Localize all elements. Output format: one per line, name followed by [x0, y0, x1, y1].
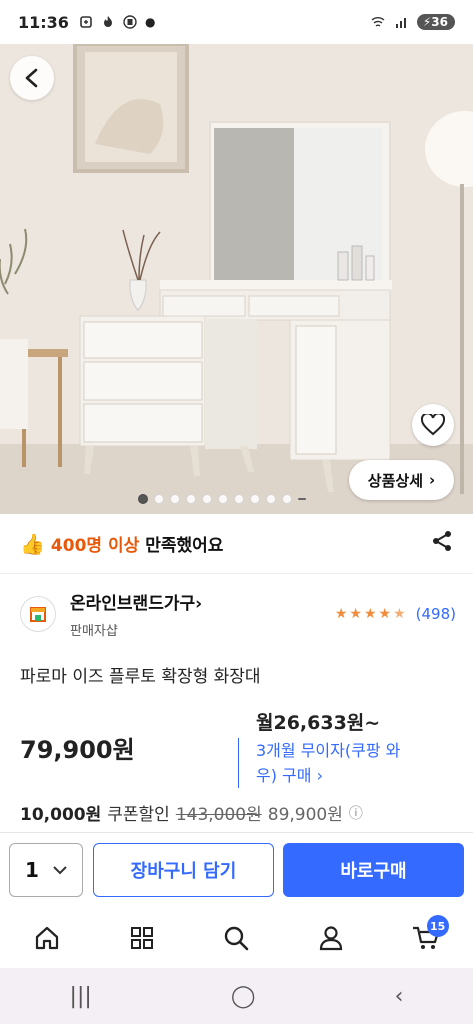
carousel-more-indicator [298, 498, 306, 500]
coupon-amount: 10,000원 [20, 805, 102, 825]
home-circle-icon[interactable]: ◯ [231, 984, 256, 1009]
carousel-dot[interactable] [218, 494, 228, 504]
add-to-cart-button[interactable]: 장바구니 담기 [93, 843, 274, 897]
battery-level: 36 [431, 15, 448, 29]
chevron-right-icon: › [429, 471, 436, 489]
buy-now-button[interactable]: 바로구매 [283, 843, 464, 897]
carousel-dot[interactable] [266, 494, 276, 504]
heart-icon [421, 414, 445, 436]
nav-my-account[interactable] [306, 913, 356, 963]
product-title: 파로마 이즈 플루토 확장형 화장대 [20, 667, 261, 687]
info-icon[interactable]: ⓘ [349, 803, 363, 823]
carousel-dot[interactable] [186, 494, 196, 504]
share-button[interactable] [431, 530, 453, 557]
star-icon: ★ [334, 606, 348, 622]
seller-name-text: 온라인브랜드가구 [70, 594, 196, 614]
installment-link[interactable]: 3개월 무이자(쿠팡 와 우) 구매 › [238, 738, 454, 788]
satisfaction-count: 400명 이상 [50, 536, 140, 556]
rating[interactable]: ★ ★ ★ ★ ★ (498) [335, 605, 456, 623]
fire-icon [103, 16, 112, 27]
app-notification-icon [123, 15, 137, 29]
coupon-label: 쿠폰할인 [107, 805, 170, 825]
half-star-icon: ★ [393, 606, 406, 622]
home-icon [36, 926, 59, 950]
sale-price: 79,900원 [20, 736, 135, 764]
price-before-coupon: 89,900원 [267, 805, 343, 825]
signal-icon [395, 18, 406, 28]
carousel-indicator [138, 494, 306, 504]
carousel-dot[interactable] [170, 494, 180, 504]
nav-cart[interactable]: 15 [401, 913, 451, 963]
quantity-select[interactable]: 1 [9, 843, 83, 897]
wifi-icon [371, 17, 385, 27]
seller-row[interactable]: 온라인브랜드가구› 판매자샵 ★ ★ ★ ★ ★ (498) [20, 586, 456, 642]
system-nav-bar: ||| ◯ ‹ [0, 968, 473, 1024]
coupon-row: 10,000원 쿠폰할인 143,000원 89,900원 ⓘ [20, 800, 363, 825]
product-photo [0, 44, 473, 514]
purchase-bar: 1 장바구니 담기 바로구매 [0, 832, 473, 908]
nav-categories[interactable] [117, 913, 167, 963]
original-price: 143,000원 [175, 805, 262, 825]
seller-logo[interactable] [20, 596, 56, 632]
carousel-dot[interactable] [234, 494, 244, 504]
quantity-value: 1 [25, 858, 39, 882]
product-image-carousel[interactable] [0, 44, 473, 514]
carousel-dot[interactable] [202, 494, 212, 504]
star-icon: ★ [349, 606, 362, 622]
chevron-left-icon [25, 68, 38, 88]
thumbs-up-icon: 👍 [20, 531, 45, 556]
product-detail-button[interactable]: 상품상세 › [349, 460, 454, 500]
seller-shop-label: 판매자샵 [70, 624, 118, 639]
battery-icon: ⚡36 [416, 14, 455, 30]
rating-count[interactable]: (498) [416, 605, 456, 623]
cart-count-badge: 15 [426, 915, 449, 937]
system-back-icon[interactable]: ‹ [395, 984, 404, 1009]
store-icon [30, 607, 46, 622]
chevron-down-icon [53, 866, 67, 875]
search-icon [225, 926, 249, 951]
nav-home[interactable] [22, 913, 72, 963]
back-button[interactable] [10, 56, 54, 100]
more-dot-icon: ● [144, 15, 156, 29]
bottom-nav: 15 [0, 908, 473, 968]
notification-icon [80, 16, 92, 28]
nav-search[interactable] [211, 913, 261, 963]
carousel-dot[interactable] [154, 494, 164, 504]
status-time: 11:36 [18, 12, 69, 32]
share-icon [433, 531, 451, 551]
seller-name[interactable]: 온라인브랜드가구› [70, 589, 202, 614]
monthly-price: 월26,633원~ [256, 712, 381, 734]
chevron-right-icon: › [195, 594, 203, 614]
person-icon [319, 926, 343, 951]
star-icon: ★ [378, 606, 392, 622]
status-bar: 11:36 ● ⚡36 [0, 0, 473, 44]
satisfaction-banner: 👍 400명 이상 만족했어요 [0, 514, 473, 574]
satisfaction-text: 만족했어요 [145, 536, 224, 556]
star-icon: ★ [363, 606, 377, 622]
installment-line-1: 3개월 무이자(쿠팡 와 [256, 741, 401, 760]
wishlist-button[interactable] [412, 404, 454, 446]
installment-line-2: 우) 구매 › [256, 766, 323, 785]
carousel-dot[interactable] [250, 494, 260, 504]
grid-icon [130, 927, 153, 949]
carousel-dot[interactable] [138, 494, 148, 504]
carousel-dot[interactable] [282, 494, 292, 504]
product-detail-label: 상품상세 [367, 471, 423, 490]
recent-apps-icon[interactable]: ||| [70, 984, 92, 1009]
